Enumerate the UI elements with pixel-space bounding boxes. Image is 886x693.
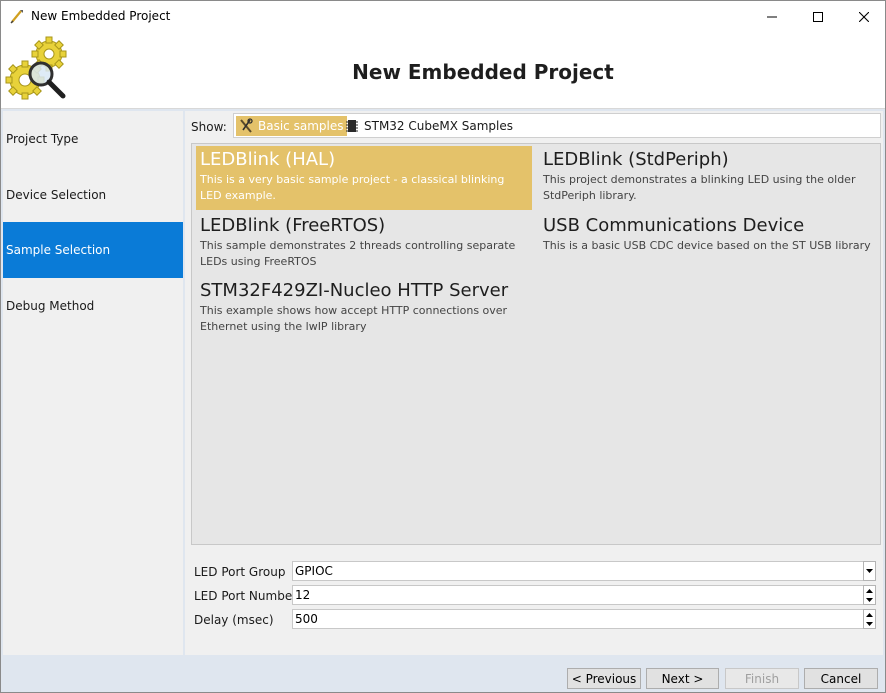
- led-port-group-label: LED Port Group: [194, 565, 286, 579]
- wizard-footer: < Previous Next > Finish Cancel: [1, 656, 885, 692]
- maximize-icon: [813, 11, 823, 22]
- tab-cubemx-samples[interactable]: STM32 CubeMX Samples: [342, 116, 517, 136]
- maximize-button[interactable]: [795, 1, 841, 32]
- sample-item-http-server[interactable]: STM32F429ZI-Nucleo HTTP Server This exam…: [196, 277, 576, 339]
- spin-down-icon[interactable]: [864, 619, 875, 628]
- close-button[interactable]: [841, 1, 885, 32]
- sample-title: LEDBlink (FreeRTOS): [200, 215, 386, 236]
- sample-item-ledblink-freertos[interactable]: LEDBlink (FreeRTOS) This sample demonstr…: [196, 212, 532, 274]
- sample-selection-pane: Show: Basic samples STM32 CubeMX Samples…: [185, 111, 883, 655]
- window-title: New Embedded Project: [31, 9, 171, 23]
- sample-description: This project demonstrates a blinking LED…: [543, 173, 856, 202]
- nav-item-sample-selection[interactable]: Sample Selection: [3, 222, 183, 278]
- finish-button[interactable]: Finish: [725, 668, 799, 689]
- spin-up-icon[interactable]: [864, 586, 875, 595]
- nav-item-label: Project Type: [6, 132, 79, 146]
- minimize-button[interactable]: [749, 1, 795, 32]
- sample-title: STM32F429ZI-Nucleo HTTP Server: [200, 280, 509, 301]
- nav-item-label: Debug Method: [6, 299, 95, 313]
- nav-item-label: Device Selection: [6, 188, 107, 202]
- led-port-number-spinner[interactable]: [863, 585, 876, 605]
- spin-up-icon[interactable]: [864, 610, 875, 619]
- samples-list: LEDBlink (HAL) This is a very basic samp…: [191, 143, 881, 545]
- led-port-group-select[interactable]: GPIOC: [292, 561, 864, 581]
- pencil-wrench-icon: [9, 8, 25, 24]
- sample-description: This is a basic USB CDC device based on …: [543, 239, 871, 252]
- sample-item-ledblink-hal[interactable]: LEDBlink (HAL) This is a very basic samp…: [196, 146, 532, 210]
- show-label: Show:: [191, 120, 227, 134]
- delay-input[interactable]: 500: [292, 609, 864, 629]
- sample-description: This sample demonstrates 2 threads contr…: [200, 239, 516, 268]
- minimize-icon: [767, 16, 777, 17]
- chip-icon: [344, 118, 360, 134]
- page-title: New Embedded Project: [352, 60, 614, 84]
- tab-label: STM32 CubeMX Samples: [364, 119, 514, 133]
- nav-item-project-type[interactable]: Project Type: [3, 111, 183, 167]
- wizard-header: New Embedded Project: [1, 32, 885, 109]
- sample-title: USB Communications Device: [543, 215, 805, 236]
- led-port-number-label: LED Port Number: [194, 589, 298, 603]
- nav-item-device-selection[interactable]: Device Selection: [3, 167, 183, 223]
- tools-icon: [238, 118, 254, 134]
- next-button[interactable]: Next >: [646, 668, 719, 689]
- sample-title: LEDBlink (HAL): [200, 149, 336, 170]
- close-icon: [859, 11, 869, 22]
- spin-down-icon[interactable]: [864, 595, 875, 604]
- wizard-steps-nav: Project Type Device Selection Sample Sel…: [3, 111, 183, 655]
- nav-item-debug-method[interactable]: Debug Method: [3, 278, 183, 334]
- title-bar[interactable]: New Embedded Project: [1, 1, 885, 32]
- cancel-button[interactable]: Cancel: [804, 668, 878, 689]
- tab-basic-samples[interactable]: Basic samples: [236, 116, 348, 136]
- delay-spinner[interactable]: [863, 609, 876, 629]
- delay-label: Delay (msec): [194, 613, 274, 627]
- nav-item-label: Sample Selection: [6, 243, 111, 257]
- tab-label: Basic samples: [258, 119, 344, 133]
- show-filter-bar: Basic samples STM32 CubeMX Samples: [233, 113, 881, 138]
- dialog-window: New Embedded Project New Embedded Projec…: [0, 0, 886, 693]
- sample-item-usb-cdc[interactable]: USB Communications Device This is a basi…: [539, 212, 875, 274]
- sample-description: This example shows how accept HTTP conne…: [200, 304, 508, 333]
- sample-description: This is a very basic sample project - a …: [200, 173, 505, 202]
- chevron-down-icon: [864, 566, 875, 576]
- sample-item-ledblink-stdperiph[interactable]: LEDBlink (StdPeriph) This project demons…: [539, 146, 875, 210]
- led-port-number-input[interactable]: 12: [292, 585, 864, 605]
- sample-title: LEDBlink (StdPeriph): [543, 149, 729, 170]
- previous-button[interactable]: < Previous: [567, 668, 641, 689]
- dropdown-button[interactable]: [863, 561, 876, 581]
